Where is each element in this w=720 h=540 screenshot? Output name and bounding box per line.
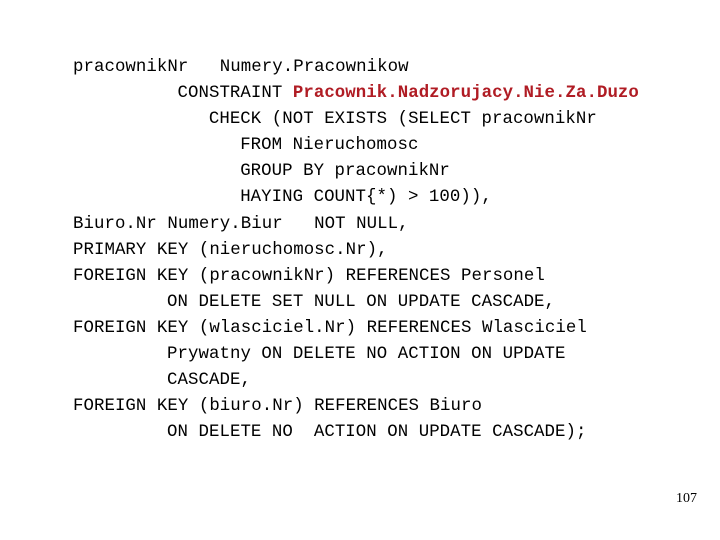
code-text: CONSTRAINT xyxy=(177,84,293,104)
code-line: FOREIGN KEY (pracownikNr) REFERENCES Per… xyxy=(73,264,703,290)
code-text: Biuro.Nr Numery.Biur NOT NULL, xyxy=(73,214,409,234)
code-text: GROUP BY pracownikNr xyxy=(240,162,450,182)
code-line: Biuro.Nr Numery.Biur NOT NULL, xyxy=(73,212,703,238)
code-text: Prywatny ON DELETE NO ACTION ON UPDATE xyxy=(167,345,566,365)
code-line: ON DELETE NO ACTION ON UPDATE CASCADE); xyxy=(73,420,703,446)
code-text: CASCADE, xyxy=(167,371,251,391)
code-text: pracownikNr Numery.Pracownikow xyxy=(73,58,409,77)
sql-code-block: pracownikNr Numery.Pracownikow CONSTRAINT… xyxy=(73,55,703,446)
code-line: FOREIGN KEY (biuro.Nr) REFERENCES Biuro xyxy=(73,394,703,420)
slide-canvas: pracownikNr Numery.Pracownikow CONSTRAINT… xyxy=(0,0,720,540)
page-number: 107 xyxy=(676,491,697,506)
code-text: HAYING COUNT{*) > 100)), xyxy=(240,188,492,208)
code-line: CONSTRAINT Pracownik.Nadzorujacy.Nie.Za.… xyxy=(73,81,703,107)
code-line: GROUP BY pracownikNr xyxy=(73,159,703,185)
code-line: PRIMARY KEY (nieruchomosc.Nr), xyxy=(73,238,703,264)
code-line: ON DELETE SET NULL ON UPDATE CASCADE, xyxy=(73,290,703,316)
code-line: HAYING COUNT{*) > 100)), xyxy=(73,185,703,211)
code-line: CHECK (NOT EXISTS (SELECT pracownikNr xyxy=(73,107,703,133)
code-line: FROM Nieruchomosc xyxy=(73,133,703,159)
code-text: FROM Nieruchomosc xyxy=(240,136,419,156)
code-text: ON DELETE NO ACTION ON UPDATE CASCADE); xyxy=(167,423,587,443)
code-text: FOREIGN KEY (pracownikNr) REFERENCES Per… xyxy=(73,266,545,286)
constraint-name: Pracownik.Nadzorujacy.Nie.Za.Duzo xyxy=(292,84,639,104)
code-line: CASCADE, xyxy=(73,368,703,394)
code-text: FOREIGN KEY (wlasciciel.Nr) REFERENCES W… xyxy=(73,318,587,338)
code-line: Prywatny ON DELETE NO ACTION ON UPDATE xyxy=(73,342,703,368)
code-text: FOREIGN KEY (biuro.Nr) REFERENCES Biuro xyxy=(73,397,482,417)
code-text: ON DELETE SET NULL ON UPDATE CASCADE, xyxy=(167,292,556,312)
code-line: FOREIGN KEY (wlasciciel.Nr) REFERENCES W… xyxy=(73,316,703,342)
code-text: PRIMARY KEY (nieruchomosc.Nr), xyxy=(73,240,388,260)
code-line: pracownikNr Numery.Pracownikow xyxy=(73,55,703,81)
code-text: CHECK (NOT EXISTS (SELECT pracownikNr xyxy=(208,110,597,130)
